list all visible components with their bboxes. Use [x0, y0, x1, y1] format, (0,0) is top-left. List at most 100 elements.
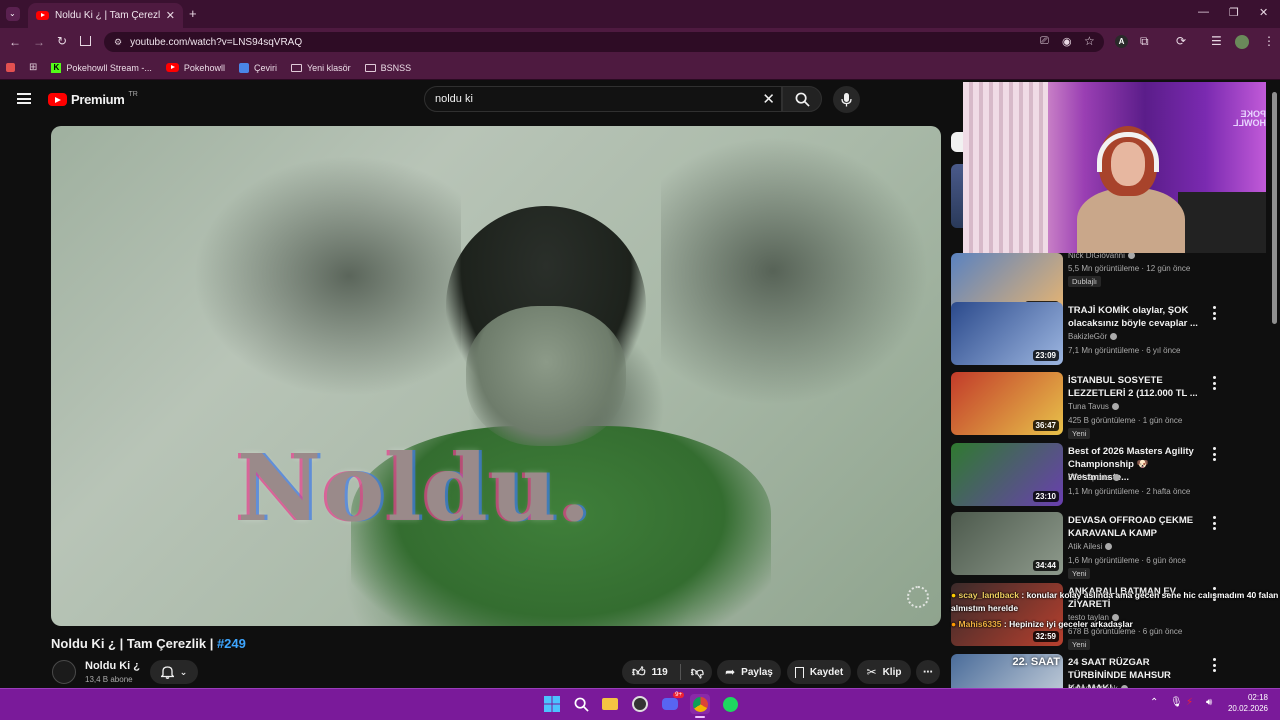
more-options-icon[interactable]	[1210, 447, 1218, 461]
youtube-logo[interactable]: Premium TR	[48, 91, 138, 107]
app-tray-icon[interactable]: ⚡	[1186, 697, 1193, 708]
channel-name[interactable]: Noldu Ki ¿	[85, 660, 140, 672]
recommendation-item[interactable]: 23:09 TRAJİ KOMİK olaylar, ŞOK olacaksını…	[951, 302, 1269, 366]
notification-bell-button[interactable]: ⌄	[150, 660, 198, 684]
recommendation-item[interactable]: 36:47 İSTANBUL SOSYETE LEZZETLERİ 2 (112.…	[951, 372, 1269, 439]
thumbs-up-icon[interactable]: 👍︎	[632, 664, 646, 680]
bookmark-star-icon[interactable]: ☆	[1084, 34, 1095, 48]
like-count[interactable]: 119	[652, 667, 668, 678]
address-bar[interactable]: ⚙ youtube.com/watch?v=LNS94sqVRAQ	[104, 32, 1104, 52]
maximize-button[interactable]: ❐	[1229, 6, 1239, 19]
file-explorer-icon[interactable]	[600, 694, 620, 714]
spotify-icon[interactable]	[720, 694, 740, 714]
bookmark-folder[interactable]: BSNSS	[364, 63, 411, 73]
obs-icon[interactable]	[630, 694, 650, 714]
bookmark-item[interactable]: Çeviri	[238, 62, 277, 73]
video-frame-face	[466, 306, 626, 446]
scrollbar-thumb[interactable]	[1272, 92, 1277, 324]
minimize-button[interactable]: —	[1198, 6, 1209, 18]
webcam-person-body	[1077, 188, 1185, 253]
duration-badge: 32:59	[1032, 631, 1059, 642]
reload-icon[interactable]: ↻	[57, 34, 67, 48]
recommendation-title[interactable]: İSTANBUL SOSYETE LEZZETLERİ 2 (112.000 T…	[1068, 374, 1206, 400]
profile-avatar[interactable]	[1235, 35, 1249, 49]
like-dislike-group: 👍︎ 119 👎︎	[622, 660, 712, 684]
windows-start-icon[interactable]	[542, 694, 562, 714]
more-options-icon[interactable]	[1210, 516, 1218, 530]
neon-sign: POKE HOWLL	[1233, 109, 1266, 128]
more-horizontal-icon: ⋯	[923, 666, 933, 678]
bookmark-item[interactable]: Pokehowll	[165, 63, 225, 73]
recommendation-title[interactable]: TRAJİ KOMİK olaylar, ŞOK olacaksınız böy…	[1068, 304, 1206, 330]
chevron-down-icon: ⌄	[179, 666, 188, 677]
recommendation-thumbnail[interactable]: 23:10	[951, 443, 1063, 506]
tracking-protection-icon[interactable]: ◉	[1062, 35, 1072, 48]
forward-icon[interactable]: →	[33, 35, 45, 49]
bookmark-folder[interactable]: Yeni klasör	[290, 63, 351, 73]
site-info-icon[interactable]: ⚙	[114, 37, 122, 48]
search-button[interactable]	[782, 86, 822, 112]
more-actions-button[interactable]: ⋯	[916, 660, 940, 684]
clip-button[interactable]: ✂ Klip	[857, 660, 911, 684]
bookmark-icon	[794, 666, 804, 678]
thumbs-down-icon[interactable]: 👎︎	[691, 664, 704, 680]
microphone-tray-icon[interactable]: 🎙︎	[1170, 697, 1183, 708]
share-button[interactable]: ➦ Paylaş	[717, 660, 781, 684]
apps-grid-icon[interactable]: ⊞	[29, 62, 37, 73]
menu-kebab-icon[interactable]: ⋮	[1263, 34, 1275, 48]
recommendation-meta: 5,5 Mn görüntüleme · 12 gün önce	[1068, 264, 1191, 273]
chevron-up-icon[interactable]: ⌃	[1150, 697, 1158, 708]
bookmark-item[interactable]: K Pokehowll Stream -...	[51, 62, 152, 73]
recommendation-thumbnail[interactable]: 36:47	[951, 372, 1063, 435]
recommendation-channel[interactable]: Atik Ailesi	[1068, 542, 1113, 551]
recommendation-title[interactable]: DEVASA OFFROAD ÇEKME KARAVANLA KAMP	[1068, 514, 1206, 540]
webcam-curtain	[963, 82, 1048, 253]
new-tab-button[interactable]: +	[189, 6, 197, 21]
recommendation-thumbnail[interactable]: 34:44	[951, 512, 1063, 575]
chat-badge-icon: ●	[951, 590, 957, 600]
hashtag-link[interactable]: #249	[217, 636, 246, 651]
more-options-icon[interactable]	[1210, 376, 1218, 390]
duration-badge: 23:09	[1032, 350, 1059, 361]
bookmarks-bar: ⊞ K Pokehowll Stream -... Pokehowll Çevir…	[0, 56, 1280, 80]
reading-list-icon[interactable]: ☰	[1211, 34, 1222, 48]
extensions-icon[interactable]: ⧉	[1140, 34, 1149, 49]
back-icon[interactable]: ←	[9, 35, 21, 49]
recommendation-item[interactable]: 34:44 DEVASA OFFROAD ÇEKME KARAVANLA KAMP…	[951, 512, 1269, 579]
system-clock[interactable]: 02:18 20.02.2026	[1222, 692, 1268, 714]
video-player[interactable]: Noldu.	[51, 126, 941, 626]
more-options-icon[interactable]	[1210, 658, 1218, 672]
hamburger-menu-icon[interactable]	[17, 93, 31, 104]
recommendation-channel[interactable]: Tuna Tavus	[1068, 402, 1119, 411]
chevron-down-icon: ⌄	[9, 9, 16, 18]
channel-watermark-icon[interactable]	[907, 586, 929, 608]
home-icon[interactable]	[80, 36, 91, 46]
scissors-icon: ✂	[866, 665, 877, 679]
install-app-icon[interactable]: ⎚	[1040, 35, 1049, 48]
recommendation-channel[interactable]: BakizleGör	[1068, 332, 1118, 341]
recommendation-item[interactable]: 23:10 Best of 2026 Masters Agility Champi…	[951, 443, 1269, 507]
recommendation-channel[interactable]: FOX Sports	[1068, 473, 1120, 482]
more-options-icon[interactable]	[1210, 306, 1218, 320]
browser-tab-active[interactable]: Noldu Ki ¿ | Tam Çerezlik | #249 ✕	[28, 3, 183, 28]
youtube-favicon-icon	[36, 11, 49, 20]
tab-sync-icon[interactable]: ⟳	[1176, 34, 1186, 48]
tab-search-button[interactable]: ⌄	[6, 7, 20, 21]
search-input[interactable]: noldu ki ✕	[424, 86, 782, 112]
close-tab-icon[interactable]: ✕	[166, 9, 175, 22]
recommendation-meta: 1,6 Mn görüntüleme · 6 gün önce	[1068, 556, 1186, 565]
voice-search-button[interactable]	[833, 86, 860, 113]
taskbar-search-icon[interactable]	[571, 694, 591, 714]
chat-message: ● scay_landback : konular kolay aslında …	[951, 590, 1279, 613]
channel-avatar[interactable]	[52, 660, 76, 684]
bookmark-red-icon[interactable]	[6, 63, 15, 72]
discord-icon[interactable]: 9+	[660, 692, 684, 714]
save-button[interactable]: Kaydet	[787, 660, 851, 684]
clear-search-icon[interactable]: ✕	[762, 90, 775, 108]
speaker-icon[interactable]: 🔊︎	[1206, 697, 1212, 708]
chrome-icon[interactable]	[690, 694, 710, 714]
close-window-button[interactable]: ✕	[1259, 6, 1268, 19]
recommendation-thumbnail[interactable]: 23:09	[951, 302, 1063, 365]
webcam-desk	[1178, 192, 1266, 253]
profile-extension-icon[interactable]: A	[1115, 35, 1128, 48]
